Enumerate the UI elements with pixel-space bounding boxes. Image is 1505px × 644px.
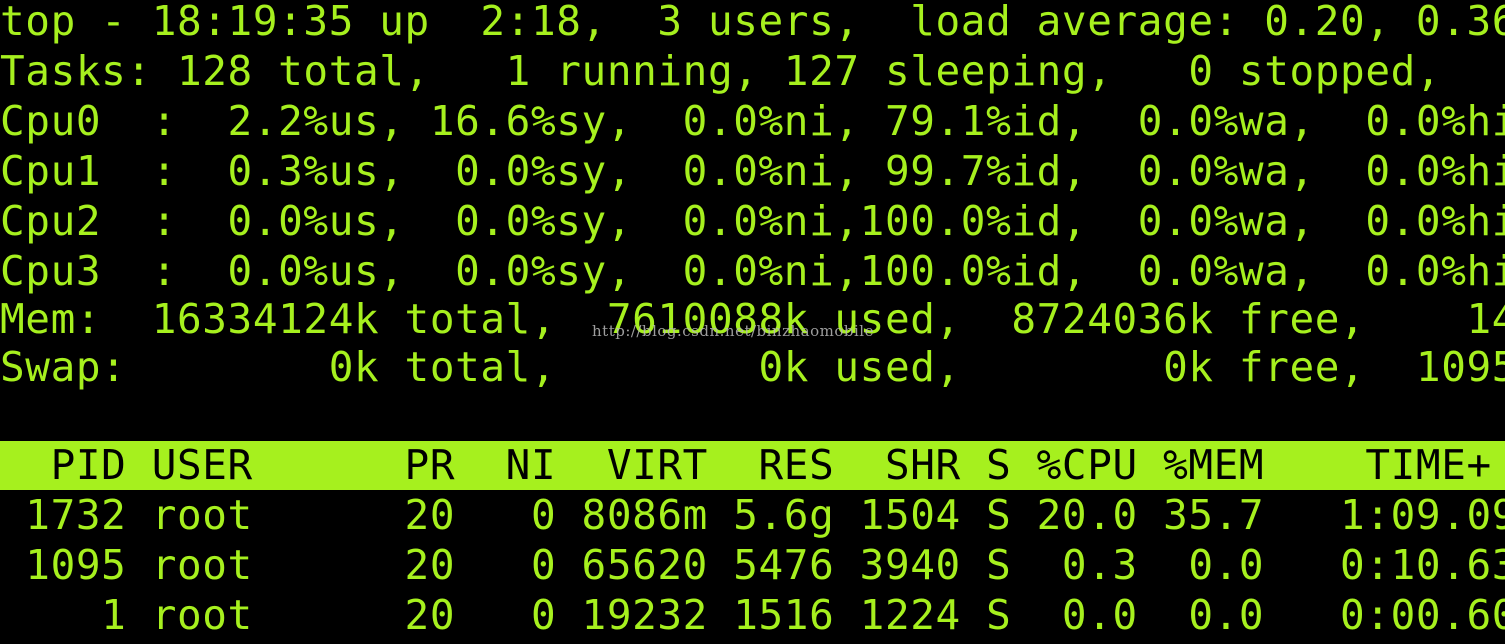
- cpu0-line: Cpu0 : 2.2%us, 16.6%sy, 0.0%ni, 79.1%id,…: [0, 97, 1505, 145]
- process-row[interactable]: 1095 root 20 0 65620 5476 3940 S 0.3 0.0…: [0, 540, 1505, 590]
- tasks-line: Tasks: 128 total, 1 running, 127 sleepin…: [0, 47, 1505, 95]
- watermark-url: http://blog.csdn.net/binzhaomobile: [592, 322, 874, 340]
- terminal-window[interactable]: top - 18:19:35 up 2:18, 3 users, load av…: [0, 0, 1505, 644]
- process-row[interactable]: 1 root 20 0 19232 1516 1224 S 0.0 0.0 0:…: [0, 590, 1505, 640]
- process-table-header: PID USER PR NI VIRT RES SHR S %CPU %MEM …: [0, 441, 1492, 489]
- swap-line: Swap: 0k total, 0k used, 0k free, 10950: [0, 343, 1505, 391]
- uptime-load-line: top - 18:19:35 up 2:18, 3 users, load av…: [0, 0, 1505, 45]
- cpu2-line: Cpu2 : 0.0%us, 0.0%sy, 0.0%ni,100.0%id, …: [0, 197, 1505, 245]
- cpu3-line: Cpu3 : 0.0%us, 0.0%sy, 0.0%ni,100.0%id, …: [0, 247, 1505, 295]
- process-row[interactable]: 1732 root 20 0 8086m 5.6g 1504 S 20.0 35…: [0, 490, 1505, 540]
- cpu1-line: Cpu1 : 0.3%us, 0.0%sy, 0.0%ni, 99.7%id, …: [0, 147, 1505, 195]
